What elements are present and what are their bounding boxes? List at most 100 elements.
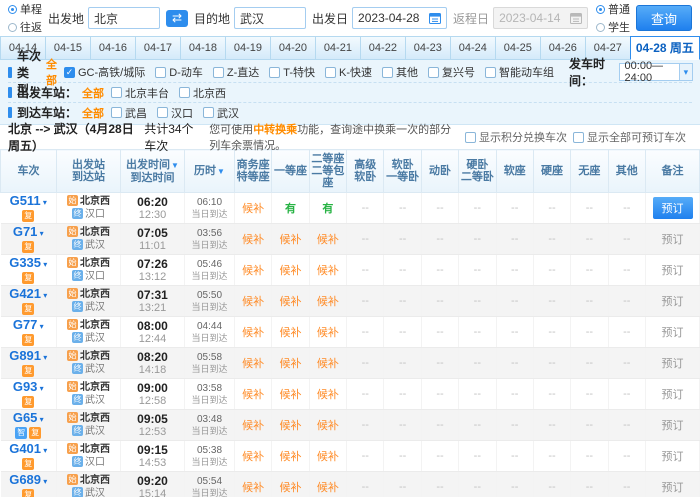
chevron-down-icon[interactable]: ▾ <box>41 291 47 300</box>
chevron-down-icon[interactable]: ▾ <box>41 260 47 269</box>
checkbox-checked[interactable]: ✓ <box>64 67 75 78</box>
date-tab[interactable]: 04-24 <box>450 36 495 60</box>
column-header-duration[interactable]: 历时▼ <box>185 150 235 193</box>
arrive-station-option[interactable]: 武汉 <box>203 105 239 121</box>
depart-station-option[interactable]: 北京西 <box>179 85 226 101</box>
column-header-premium-soft-sleeper[interactable]: 高级软卧 <box>347 150 384 193</box>
normal-passenger-radio[interactable]: 普通 <box>596 1 630 17</box>
train-number-link[interactable]: G65 <box>13 410 38 425</box>
checkbox[interactable] <box>155 67 166 78</box>
train-number-link[interactable]: G421 <box>9 286 41 301</box>
column-header-second-class[interactable]: 二等座二等包座 <box>309 150 346 193</box>
depart-station-all-toggle[interactable]: 全部 <box>82 85 104 101</box>
column-header-emu-sleeper[interactable]: 动卧 <box>421 150 458 193</box>
train-type-option[interactable]: D-动车 <box>155 64 203 80</box>
train-type-option[interactable]: Z-直达 <box>213 64 259 80</box>
checkbox[interactable] <box>485 67 496 78</box>
waitlist-link[interactable]: 候补 <box>280 451 302 463</box>
chevron-down-icon[interactable]: ▾ <box>37 322 43 331</box>
waitlist-link[interactable]: 候补 <box>317 296 339 308</box>
waitlist-link[interactable]: 候补 <box>242 327 264 339</box>
date-tab[interactable]: 04-25 <box>495 36 540 60</box>
depart-date-input[interactable]: 2023-04-28 <box>352 7 447 29</box>
waitlist-link[interactable]: 候补 <box>317 327 339 339</box>
swap-stations-icon[interactable]: ⇄ <box>166 10 188 27</box>
chevron-down-icon[interactable]: ▾ <box>37 415 43 424</box>
round-trip-radio[interactable]: 往返 <box>8 19 42 35</box>
checkbox[interactable] <box>157 107 168 118</box>
column-header-first-class[interactable]: 一等座 <box>272 150 309 193</box>
waitlist-link[interactable]: 候补 <box>280 265 302 277</box>
checkbox[interactable] <box>179 87 190 98</box>
arrive-station-all-toggle[interactable]: 全部 <box>82 105 104 121</box>
train-type-option[interactable]: 智能动车组 <box>485 64 554 80</box>
sort-icon[interactable]: ▼ <box>217 167 225 176</box>
checkbox[interactable] <box>111 87 122 98</box>
column-header-no-seat[interactable]: 无座 <box>571 150 608 193</box>
waitlist-link[interactable]: 候补 <box>242 296 264 308</box>
waitlist-link[interactable]: 候补 <box>242 203 264 215</box>
train-type-option[interactable]: T-特快 <box>269 64 315 80</box>
checkbox[interactable] <box>269 67 280 78</box>
date-tab[interactable]: 04-23 <box>405 36 450 60</box>
train-number-link[interactable]: G511 <box>10 193 41 208</box>
date-tab[interactable]: 04-20 <box>270 36 315 60</box>
to-input[interactable]: 武汉 <box>234 7 306 29</box>
column-header-soft-sleeper[interactable]: 软卧一等卧 <box>384 150 421 193</box>
train-type-option[interactable]: K-快速 <box>325 64 372 80</box>
query-button[interactable]: 查询 <box>636 5 692 31</box>
calendar-icon[interactable] <box>429 12 441 24</box>
chevron-down-icon[interactable]: ▾ <box>41 353 47 362</box>
sort-icon[interactable]: ▼ <box>171 161 179 170</box>
chevron-down-icon[interactable]: ▾ <box>37 384 43 393</box>
waitlist-link[interactable]: 候补 <box>242 389 264 401</box>
waitlist-link[interactable]: 候补 <box>280 296 302 308</box>
chevron-down-icon[interactable]: ▾ <box>37 229 43 238</box>
one-way-radio[interactable]: 单程 <box>8 1 42 17</box>
waitlist-link[interactable]: 候补 <box>242 265 264 277</box>
display-toggle-option[interactable]: 显示全部可预订车次 <box>573 129 686 145</box>
display-toggle-option[interactable]: 显示积分兑换车次 <box>465 129 567 145</box>
column-header-other[interactable]: 其他 <box>608 150 645 193</box>
date-tab[interactable]: 04-21 <box>315 36 360 60</box>
train-type-option[interactable]: 其他 <box>382 64 418 80</box>
column-header-business-seat[interactable]: 商务座特等座 <box>235 150 272 193</box>
train-type-option[interactable]: ✓GC-高铁/城际 <box>64 64 145 80</box>
train-number-link[interactable]: G93 <box>13 379 38 394</box>
waitlist-link[interactable]: 候补 <box>317 482 339 494</box>
waitlist-link[interactable]: 候补 <box>280 420 302 432</box>
date-tab[interactable]: 04-22 <box>360 36 405 60</box>
chevron-down-icon[interactable]: ▾ <box>41 198 47 207</box>
waitlist-link[interactable]: 候补 <box>317 451 339 463</box>
train-type-option[interactable]: 复兴号 <box>428 64 475 80</box>
waitlist-link[interactable]: 候补 <box>317 389 339 401</box>
waitlist-link[interactable]: 候补 <box>242 358 264 370</box>
column-header-hard-sleeper[interactable]: 硬卧二等卧 <box>459 150 496 193</box>
from-input[interactable]: 北京 <box>88 7 160 29</box>
column-header-hard-seat[interactable]: 硬座 <box>533 150 570 193</box>
column-header-station[interactable]: 出发站到达站 <box>57 150 121 193</box>
column-header-soft-seat[interactable]: 软座 <box>496 150 533 193</box>
checkbox[interactable] <box>325 67 336 78</box>
waitlist-link[interactable]: 候补 <box>280 327 302 339</box>
waitlist-link[interactable]: 候补 <box>280 234 302 246</box>
checkbox[interactable] <box>573 132 584 143</box>
train-number-link[interactable]: G71 <box>13 224 38 239</box>
waitlist-link[interactable]: 候补 <box>317 234 339 246</box>
waitlist-link[interactable]: 候补 <box>280 389 302 401</box>
train-number-link[interactable]: G401 <box>9 441 41 456</box>
waitlist-link[interactable]: 候补 <box>317 420 339 432</box>
train-number-link[interactable]: G77 <box>13 317 38 332</box>
chevron-down-icon[interactable]: ▾ <box>41 477 47 486</box>
depart-time-select[interactable]: 00:00—24:00 ▾ <box>619 63 693 81</box>
waitlist-link[interactable]: 候补 <box>280 482 302 494</box>
date-tab[interactable]: 04-18 <box>180 36 225 60</box>
depart-station-option[interactable]: 北京丰台 <box>111 85 169 101</box>
waitlist-link[interactable]: 候补 <box>242 234 264 246</box>
date-tab[interactable]: 04-17 <box>135 36 180 60</box>
chevron-down-icon[interactable]: ▾ <box>41 446 47 455</box>
train-number-link[interactable]: G335 <box>9 255 41 270</box>
arrive-station-option[interactable]: 武昌 <box>111 105 147 121</box>
transfer-link[interactable]: 中转换乘 <box>253 124 297 136</box>
waitlist-link[interactable]: 候补 <box>280 358 302 370</box>
